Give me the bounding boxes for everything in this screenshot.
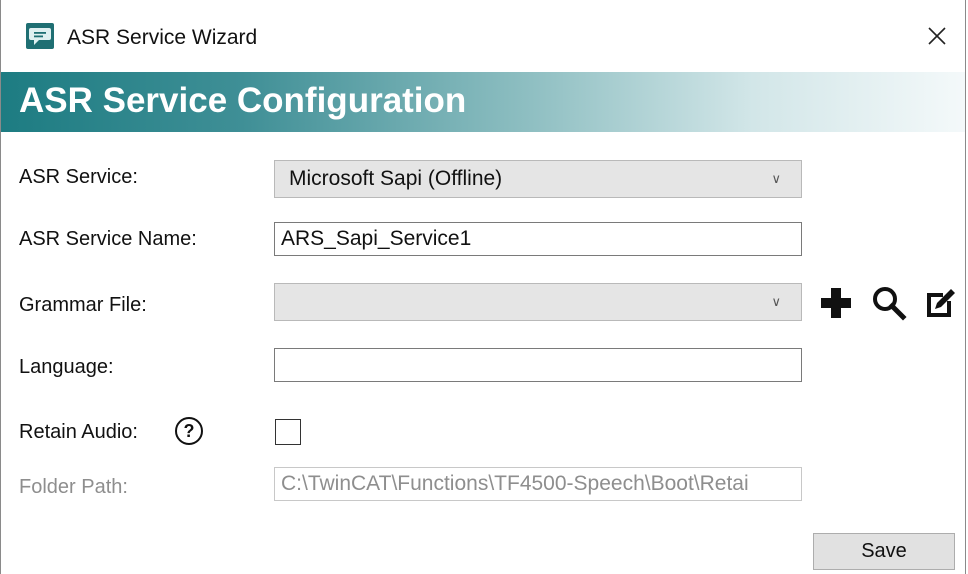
- asr-service-name-label: ASR Service Name:: [19, 228, 197, 250]
- add-grammar-button[interactable]: [818, 285, 854, 321]
- header-banner: ASR Service Configuration: [1, 72, 965, 132]
- retain-audio-checkbox[interactable]: [275, 419, 301, 445]
- language-input[interactable]: [274, 348, 802, 382]
- page-title: ASR Service Configuration: [19, 81, 467, 120]
- svg-text:?: ?: [184, 421, 195, 441]
- window-title: ASR Service Wizard: [67, 26, 258, 49]
- save-button[interactable]: Save: [813, 533, 955, 570]
- folder-path-input[interactable]: C:\TwinCAT\Functions\TF4500-Speech\Boot\…: [274, 467, 802, 501]
- asr-service-select[interactable]: Microsoft Sapi (Offline) ∨: [274, 160, 802, 198]
- asr-service-value: Microsoft Sapi (Offline): [289, 167, 503, 190]
- asr-service-name-value: ARS_Sapi_Service1: [281, 227, 472, 250]
- add-icon: [821, 288, 851, 318]
- close-icon: [928, 27, 946, 45]
- edit-grammar-button[interactable]: [923, 285, 959, 321]
- speech-bubble-icon: [25, 22, 55, 50]
- retain-audio-label: Retain Audio:: [19, 421, 138, 443]
- browse-grammar-button[interactable]: [871, 285, 907, 321]
- title-bar: ASR Service Wizard: [1, 0, 965, 72]
- question-mark-icon[interactable]: ?: [174, 416, 204, 446]
- folder-path-value: C:\TwinCAT\Functions\TF4500-Speech\Boot\…: [281, 472, 749, 495]
- chevron-down-icon: ∨: [771, 294, 781, 309]
- edit-icon: [927, 289, 955, 317]
- grammar-file-label: Grammar File:: [19, 294, 147, 316]
- grammar-file-select[interactable]: ∨: [274, 283, 802, 321]
- language-label: Language:: [19, 356, 114, 378]
- folder-path-label: Folder Path:: [19, 476, 128, 498]
- asr-service-name-input[interactable]: ARS_Sapi_Service1: [274, 222, 802, 256]
- chevron-down-icon: ∨: [771, 171, 781, 186]
- search-icon: [873, 287, 907, 321]
- asr-service-wizard-window: ASR Service Wizard ASR Service Configura…: [0, 0, 966, 574]
- asr-service-label: ASR Service:: [19, 166, 138, 188]
- close-button[interactable]: [921, 20, 953, 52]
